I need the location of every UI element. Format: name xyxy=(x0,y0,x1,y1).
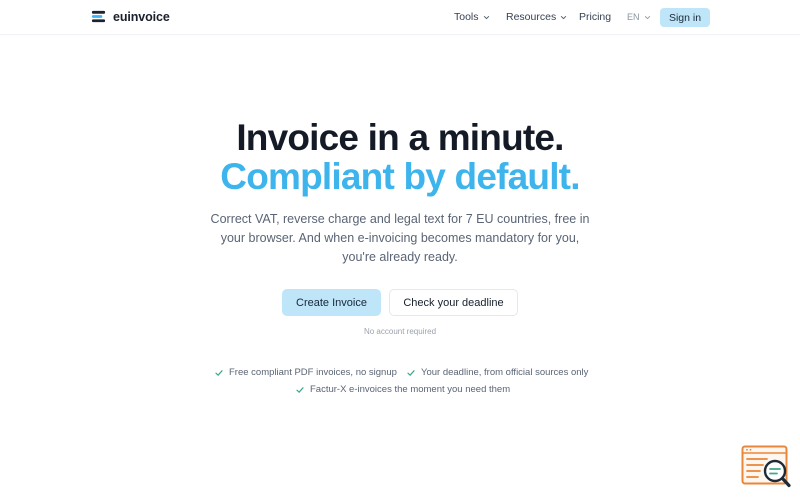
nav-tools-label: Tools xyxy=(454,11,479,23)
sign-in-button[interactable]: Sign in xyxy=(660,8,710,27)
feature-item: Free compliant PDF invoices, no signup xyxy=(215,367,397,378)
check-icon xyxy=(407,369,415,376)
feature-label: Free compliant PDF invoices, no signup xyxy=(229,367,397,378)
nav-tools-menu[interactable]: Tools xyxy=(454,11,490,23)
check-icon xyxy=(215,369,223,376)
feature-label: Your deadline, from official sources onl… xyxy=(421,367,589,378)
feature-item: Factur-X e-invoices the moment you need … xyxy=(296,384,510,395)
feature-label: Factur-X e-invoices the moment you need … xyxy=(310,384,511,395)
chevron-down-icon xyxy=(561,15,567,19)
nav-pricing-link[interactable]: Pricing xyxy=(579,11,611,23)
hero-title-line-1: Invoice in a minute. xyxy=(236,117,564,158)
check-icon xyxy=(296,386,304,393)
feature-item: Your deadline, from official sources onl… xyxy=(407,367,588,378)
floating-help-widget[interactable] xyxy=(741,445,792,489)
hero-subtitle: Correct VAT, reverse charge and legal te… xyxy=(200,210,600,267)
hero-subtitle-line-2: your browser. And when e-invoicing becom… xyxy=(220,231,580,245)
check-deadline-button[interactable]: Check your deadline xyxy=(389,289,518,316)
hero-title-line-2: Compliant by default. xyxy=(220,156,580,197)
language-label: EN xyxy=(627,12,640,22)
nav-pricing-label: Pricing xyxy=(579,11,612,23)
hero-subtitle-line-1: Correct VAT, reverse charge and legal te… xyxy=(210,212,590,226)
no-account-note: No account required xyxy=(363,327,437,336)
chevron-down-icon xyxy=(483,15,489,19)
nav-resources-label: Resources xyxy=(506,11,557,23)
hero-subtitle-line-3: you're already ready. xyxy=(342,250,458,264)
language-selector[interactable]: EN xyxy=(627,12,651,22)
top-navbar: euinvoice Tools Resources Pricing EN Sig… xyxy=(0,0,800,35)
chevron-down-icon xyxy=(644,15,650,19)
brand-name: euinvoice xyxy=(113,9,170,24)
nav-resources-menu[interactable]: Resources xyxy=(506,11,567,23)
brand-logo-icon xyxy=(91,10,106,23)
brand-home-link[interactable]: euinvoice xyxy=(91,9,170,24)
document-search-icon xyxy=(741,445,791,488)
create-invoice-button[interactable]: Create Invoice xyxy=(282,289,381,316)
